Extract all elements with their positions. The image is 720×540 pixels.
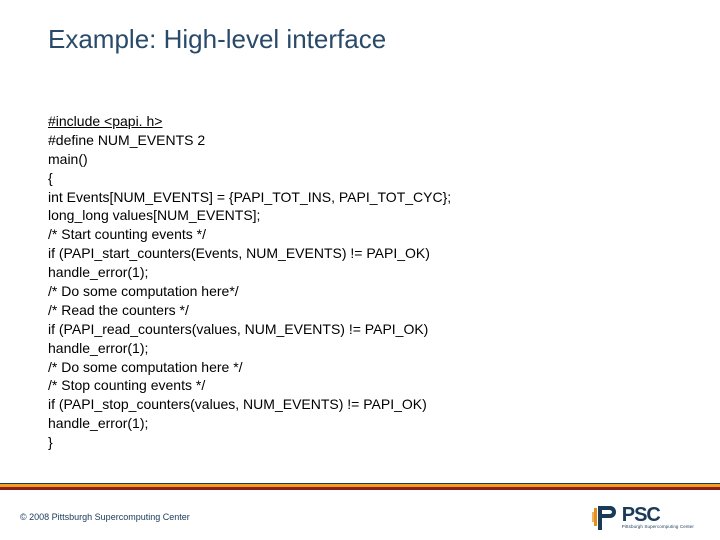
divider-band: [0, 484, 720, 490]
code-line: int Events[NUM_EVENTS] = {PAPI_TOT_INS, …: [48, 188, 660, 207]
psc-logo-text: PSC Pittsburgh Supercomputing Center: [622, 505, 694, 530]
slide: Example: High-level interface #include <…: [0, 0, 720, 540]
psc-logo-subtitle: Pittsburgh Supercomputing Center: [622, 525, 694, 530]
code-line: /* Start counting events */: [48, 225, 660, 244]
code-line: if (PAPI_read_counters(values, NUM_EVENT…: [48, 320, 660, 339]
code-line: /* Read the counters */: [48, 301, 660, 320]
code-line: handle_error(1);: [48, 339, 660, 358]
code-line: main(): [48, 150, 660, 169]
code-line: /* Stop counting events */: [48, 376, 660, 395]
code-line: {: [48, 169, 660, 188]
code-line: if (PAPI_stop_counters(values, NUM_EVENT…: [48, 395, 660, 414]
code-line: /* Do some computation here */: [48, 358, 660, 377]
psc-logo: PSC Pittsburgh Supercomputing Center: [592, 502, 694, 532]
code-line: handle_error(1);: [48, 414, 660, 433]
code-line: if (PAPI_start_counters(Events, NUM_EVEN…: [48, 244, 660, 263]
code-line: handle_error(1);: [48, 263, 660, 282]
psc-logo-acronym: PSC: [622, 505, 694, 525]
psc-logo-icon: [592, 502, 620, 532]
page-title: Example: High-level interface: [48, 24, 386, 55]
code-block: #include <papi. h>#define NUM_EVENTS 2ma…: [48, 112, 660, 452]
copyright-footer: © 2008 Pittsburgh Supercomputing Center: [20, 512, 190, 522]
code-line: /* Do some computation here*/: [48, 282, 660, 301]
code-line: #define NUM_EVENTS 2: [48, 131, 660, 150]
code-line: long_long values[NUM_EVENTS];: [48, 206, 660, 225]
code-line: #include <papi. h>: [48, 112, 660, 131]
code-line: }: [48, 433, 660, 452]
